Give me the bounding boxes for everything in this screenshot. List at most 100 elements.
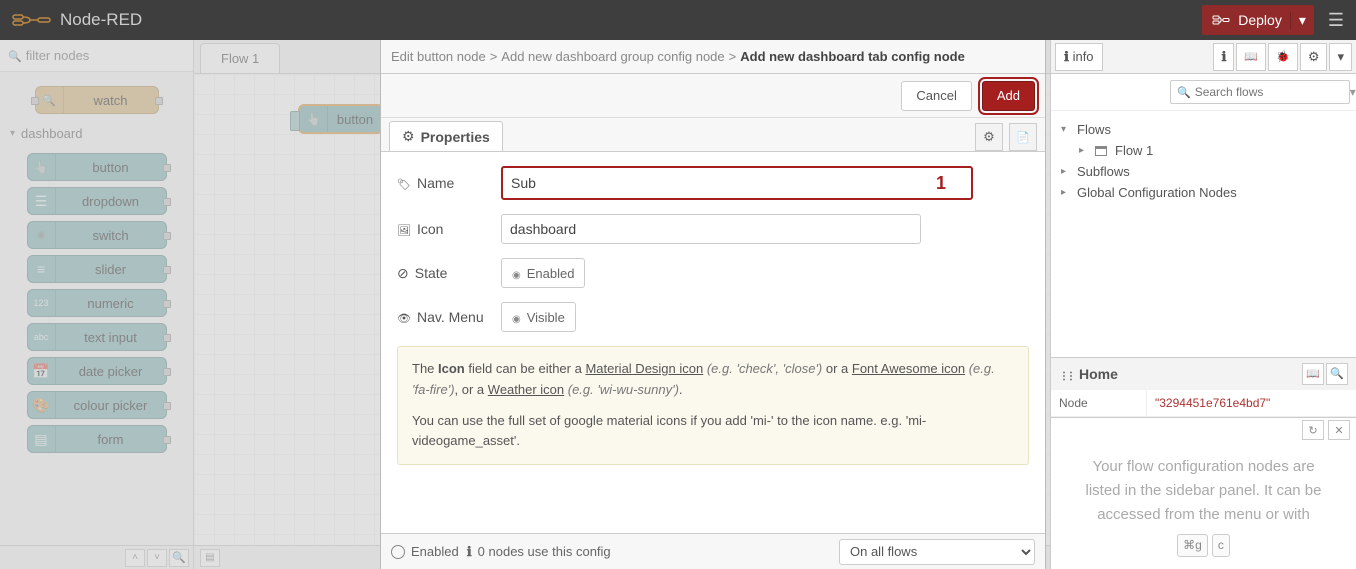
sidebar-info-panel: Home Node "3294451e761e4bd7" Your flow c… <box>1051 357 1356 569</box>
name-input[interactable] <box>503 168 923 198</box>
tree-global-config[interactable]: ▸Global Configuration Nodes <box>1061 182 1346 203</box>
deploy-label: Deploy <box>1238 12 1282 28</box>
colour-icon: 🎨 <box>28 392 56 418</box>
sidebar-search-input-wrap[interactable] <box>1170 80 1350 104</box>
nav-label: Nav. Menu <box>397 309 501 325</box>
editor-body: Name 1 Icon State Enabled Nav. Menu Visi… <box>381 152 1045 533</box>
sidebar-tab-book[interactable] <box>1236 43 1266 71</box>
breadcrumb-item[interactable]: Edit button node <box>391 49 486 64</box>
form-row-name: Name 1 <box>397 166 1029 200</box>
link-font-awesome[interactable]: Font Awesome icon <box>852 361 965 376</box>
palette-expand-button[interactable]: ˅ <box>147 549 167 567</box>
tree-flow1[interactable]: ▸Flow 1 <box>1061 140 1346 161</box>
tip-close-button[interactable] <box>1328 420 1350 440</box>
palette: watch ▾ dashboard button ☰dropdown switc… <box>0 40 194 569</box>
palette-footer: ˄ ˅ <box>0 545 193 569</box>
tag-icon <box>397 175 411 191</box>
palette-node[interactable]: abctext input <box>27 323 167 351</box>
sidebar-tab-more[interactable] <box>1329 43 1352 71</box>
palette-node[interactable]: ▤form <box>27 425 167 453</box>
enabled-radio[interactable] <box>391 545 405 559</box>
tree-subflows[interactable]: ▸Subflows <box>1061 161 1346 182</box>
breadcrumb-current: Add new dashboard tab config node <box>740 49 965 64</box>
deploy-button[interactable]: Deploy <box>1202 5 1314 35</box>
info-row-node: Node "3294451e761e4bd7" <box>1051 390 1356 417</box>
sidebar-search <box>1051 74 1356 111</box>
form-row-nav: Nav. Menu Visible <box>397 302 1029 332</box>
sidebar-tab-help[interactable] <box>1213 43 1234 71</box>
editor-tray: Edit button node > Add new dashboard gro… <box>380 40 1046 569</box>
editor-description-button[interactable] <box>1009 123 1037 151</box>
footer-enabled[interactable]: Enabled <box>391 544 459 559</box>
palette-node[interactable]: ☰dropdown <box>27 187 167 215</box>
sidebar-tab-info[interactable]: info <box>1055 43 1103 71</box>
node-id-value: "3294451e761e4bd7" <box>1147 390 1356 416</box>
grip-icon[interactable] <box>1059 366 1073 382</box>
palette-filter[interactable] <box>0 40 193 72</box>
palette-node[interactable]: ≡slider <box>27 255 167 283</box>
palette-category-dashboard[interactable]: ▾ dashboard <box>0 120 193 147</box>
search-icon <box>1177 85 1191 99</box>
panel-book-button[interactable] <box>1302 363 1324 385</box>
button-icon <box>28 154 56 180</box>
link-weather-icon[interactable]: Weather icon <box>488 382 564 397</box>
editor-breadcrumb: Edit button node > Add new dashboard gro… <box>381 40 1045 74</box>
sidebar-search-input[interactable] <box>1195 85 1350 99</box>
icon-input[interactable] <box>501 214 921 244</box>
palette-node[interactable]: 📅date picker <box>27 357 167 385</box>
editor-tab-row: Properties <box>381 118 1045 152</box>
canvas-node-button[interactable]: button <box>298 104 384 134</box>
palette-node[interactable]: 123numeric <box>27 289 167 317</box>
tree-flows[interactable]: ▾Flows <box>1061 119 1346 140</box>
breadcrumb-item[interactable]: Add new dashboard group config node <box>501 49 724 64</box>
sidebar-tip: Your flow configuration nodes are listed… <box>1051 443 1356 569</box>
add-button[interactable]: Add <box>982 81 1035 111</box>
form-icon: ▤ <box>28 426 56 452</box>
palette-search-button[interactable] <box>169 549 189 567</box>
deploy-icon <box>1212 12 1230 28</box>
callout-number: 1 <box>923 168 959 198</box>
info-icon <box>467 544 472 560</box>
cancel-button[interactable]: Cancel <box>901 81 971 111</box>
sidebar: info ▾Flows ▸Flow 1 ▸Subflows ▸Global Co… <box>1050 40 1356 569</box>
sidebar-tabs: info <box>1051 40 1356 74</box>
scope-select[interactable]: On all flows <box>839 539 1035 565</box>
palette-collapse-button[interactable]: ˄ <box>125 549 145 567</box>
tip-refresh-button[interactable] <box>1302 420 1324 440</box>
editor-tab-properties[interactable]: Properties <box>389 121 503 151</box>
disable-icon <box>397 265 409 282</box>
form-row-icon: Icon <box>397 214 1029 244</box>
state-label: State <box>397 265 501 282</box>
sidebar-tab-config[interactable] <box>1300 43 1328 71</box>
palette-filter-input[interactable] <box>22 46 185 65</box>
footer-usage: 0 nodes use this config <box>467 544 831 560</box>
sidebar-tab-debug[interactable] <box>1268 43 1298 71</box>
sidebar-tree: ▾Flows ▸Flow 1 ▸Subflows ▸Global Configu… <box>1051 111 1356 211</box>
eye-icon <box>397 309 411 325</box>
editor-actions: Cancel Add <box>381 74 1045 118</box>
icon-label: Icon <box>397 221 501 237</box>
shortcut-key: c <box>1212 534 1230 557</box>
nav-toggle[interactable]: Visible <box>501 302 576 332</box>
panel-search-button[interactable] <box>1326 363 1348 385</box>
palette-node[interactable]: switch <box>27 221 167 249</box>
date-icon: 📅 <box>28 358 56 384</box>
palette-node[interactable]: 🎨colour picker <box>27 391 167 419</box>
gear-icon <box>402 128 415 145</box>
palette-node[interactable]: button <box>27 153 167 181</box>
app-header: Node-RED Deploy <box>0 0 1356 40</box>
node-trigger[interactable] <box>290 111 300 131</box>
nav-button[interactable]: ▤ <box>200 549 220 567</box>
text-icon: abc <box>28 324 56 350</box>
menu-button[interactable] <box>1328 10 1344 31</box>
numeric-icon: 123 <box>28 290 56 316</box>
switch-icon <box>28 222 56 248</box>
chevron-down-icon[interactable] <box>1350 85 1356 99</box>
palette-node-watch[interactable]: watch <box>35 86 159 114</box>
tip-toolbar <box>1051 417 1356 443</box>
editor-settings-button[interactable] <box>975 123 1003 151</box>
link-material-design[interactable]: Material Design icon <box>585 361 703 376</box>
state-toggle[interactable]: Enabled <box>501 258 585 288</box>
deploy-caret-icon[interactable] <box>1290 12 1306 29</box>
tab-flow1[interactable]: Flow 1 <box>200 43 280 73</box>
